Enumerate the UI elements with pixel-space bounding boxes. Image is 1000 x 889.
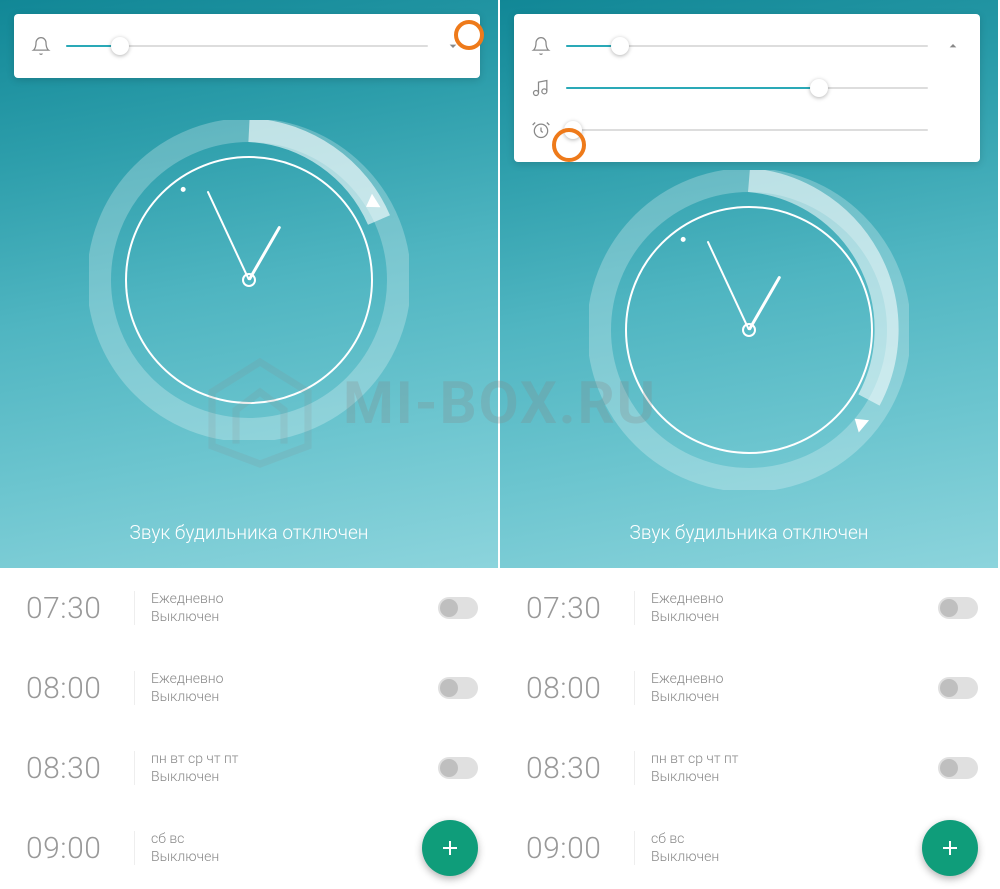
alarm-entry[interactable]: 08:00 Ежедневно Выключен (500, 648, 998, 728)
watermark-icon (200, 350, 320, 470)
alarm-toggle[interactable] (438, 597, 478, 619)
bell-slider-thumb[interactable] (111, 37, 129, 55)
bell-volume-slider[interactable] (566, 45, 928, 47)
alarm-repeat: сб вс (151, 831, 422, 847)
collapse-button[interactable] (942, 35, 964, 57)
alarm-state: Выключен (151, 769, 438, 785)
alarm-entry[interactable]: 07:30 Ежедневно Выключен (0, 568, 498, 648)
clock-status-text: Звук будильника отключен (130, 521, 369, 544)
clock-area: Звук будильника отключен (500, 0, 998, 568)
bell-slider-thumb[interactable] (611, 37, 629, 55)
alarm-entry[interactable]: 09:00 сб вс Выключен (500, 808, 998, 888)
analog-clock (589, 170, 909, 490)
alarm-state: Выключен (151, 689, 438, 705)
alarm-repeat: пн вт ср чт пт (651, 751, 938, 767)
screen-right: Звук будильника отключен 07:30 Ежедневно… (500, 0, 1000, 889)
alarm-state: Выключен (651, 689, 938, 705)
alarm-entry[interactable]: 07:30 Ежедневно Выключен (500, 568, 998, 648)
clock-area: Звук будильника отключен (0, 0, 498, 568)
alarm-time: 09:00 (526, 831, 634, 866)
alarm-info: Ежедневно Выключен (634, 591, 938, 625)
alarm-time: 08:00 (526, 671, 634, 706)
screen-left: Звук будильника отключен 07:30 Ежедневно… (0, 0, 500, 889)
alarm-info: сб вс Выключен (634, 831, 922, 865)
alarm-repeat: Ежедневно (151, 671, 438, 687)
alarm-time: 08:30 (526, 751, 634, 786)
alarm-slider-thumb[interactable] (564, 121, 582, 139)
bell-icon (530, 35, 552, 57)
alarm-list: 07:30 Ежедневно Выключен 08:00 Ежедневно… (500, 568, 998, 889)
alarm-toggle[interactable] (438, 757, 478, 779)
alarm-toggle[interactable] (938, 757, 978, 779)
alarm-entry[interactable]: 08:30 пн вт ср чт пт Выключен (500, 728, 998, 808)
bell-icon (30, 35, 52, 57)
volume-panel-collapsed (14, 14, 480, 78)
alarm-repeat: пн вт ср чт пт (151, 751, 438, 767)
alarm-toggle[interactable] (938, 597, 978, 619)
alarm-info: пн вт ср чт пт Выключен (634, 751, 938, 785)
volume-row-bell (530, 28, 964, 64)
alarm-info: Ежедневно Выключен (134, 671, 438, 705)
volume-row-alarm (530, 112, 964, 148)
volume-panel-expanded (514, 14, 980, 162)
alarm-toggle[interactable] (938, 677, 978, 699)
add-alarm-button[interactable] (922, 820, 978, 876)
music-slider-thumb[interactable] (810, 79, 828, 97)
alarm-time: 09:00 (26, 831, 134, 866)
volume-row-music (530, 70, 964, 106)
alarm-state: Выключен (651, 849, 922, 865)
alarm-list: 07:30 Ежедневно Выключен 08:00 Ежедневно… (0, 568, 498, 889)
alarm-time: 08:00 (26, 671, 134, 706)
clock-status-text: Звук будильника отключен (630, 521, 869, 544)
alarm-entry[interactable]: 09:00 сб вс Выключен (0, 808, 498, 888)
alarm-info: сб вс Выключен (134, 831, 422, 865)
music-volume-slider[interactable] (566, 87, 928, 89)
expand-button[interactable] (442, 35, 464, 57)
clock-center (242, 273, 256, 287)
alarm-volume-slider[interactable] (566, 129, 928, 131)
clock-center (742, 323, 756, 337)
alarm-repeat: Ежедневно (651, 591, 938, 607)
alarm-entry[interactable]: 08:30 пн вт ср чт пт Выключен (0, 728, 498, 808)
alarm-toggle[interactable] (438, 677, 478, 699)
alarm-clock-icon (530, 119, 552, 141)
alarm-time: 07:30 (26, 591, 134, 626)
add-alarm-button[interactable] (422, 820, 478, 876)
alarm-state: Выключен (151, 609, 438, 625)
alarm-time: 08:30 (26, 751, 134, 786)
volume-row-bell (30, 28, 464, 64)
alarm-state: Выключен (651, 769, 938, 785)
alarm-info: Ежедневно Выключен (634, 671, 938, 705)
alarm-state: Выключен (651, 609, 938, 625)
alarm-repeat: Ежедневно (151, 591, 438, 607)
alarm-info: Ежедневно Выключен (134, 591, 438, 625)
music-icon (530, 77, 552, 99)
alarm-info: пн вт ср чт пт Выключен (134, 751, 438, 785)
alarm-repeat: Ежедневно (651, 671, 938, 687)
bell-volume-slider[interactable] (66, 45, 428, 47)
alarm-state: Выключен (151, 849, 422, 865)
alarm-time: 07:30 (526, 591, 634, 626)
alarm-entry[interactable]: 08:00 Ежедневно Выключен (0, 648, 498, 728)
alarm-repeat: сб вс (651, 831, 922, 847)
